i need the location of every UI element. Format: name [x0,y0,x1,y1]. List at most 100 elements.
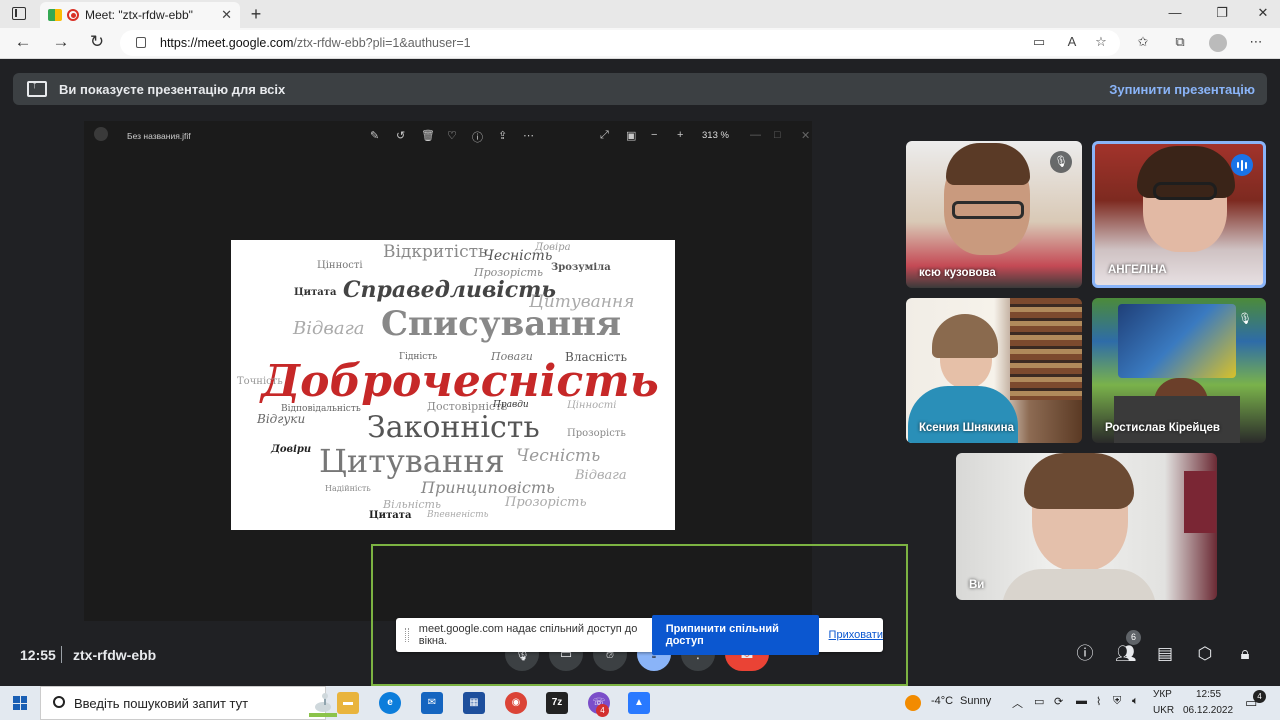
word-cloud-word: Довіри [271,444,312,455]
word-cloud-word: Чесність [516,446,601,466]
delete-icon[interactable]: 🗑 [421,129,435,142]
share-icon[interactable]: ⇪ [498,129,507,142]
chat-icon[interactable]: ▤ [1155,644,1175,664]
participant-tile-speaking[interactable]: АНГЕЛІНА [1092,141,1266,288]
participant-tile[interactable]: Ксения Шнякина [906,298,1082,443]
battery-icon[interactable]: ▬ [1076,695,1087,707]
reload-icon[interactable]: ↻ [86,32,108,52]
zoom-out-icon[interactable]: − [651,129,657,141]
photos-icon[interactable]: ▲ [628,692,650,714]
speaking-indicator-icon [1231,154,1253,176]
shared-window-border [371,544,908,686]
participant-video [908,386,1018,443]
tab-actions-icon[interactable] [12,7,26,20]
word-cloud-image: Відкритість Чесність Цінності Довіра Про… [231,240,675,530]
windows-start-icon[interactable] [13,696,27,710]
favorites-icon[interactable]: ✩ [1134,34,1152,52]
hide-notice-link[interactable]: Приховати [829,629,883,641]
address-input[interactable]: https://meet.google.com/ztx-rfdw-ebb?pli… [120,30,1120,56]
favorite-heart-icon[interactable]: ♡ [447,129,457,142]
7zip-icon[interactable]: 7z [546,692,568,714]
clock-date[interactable]: 06.12.2022 [1183,705,1233,716]
viewer-minimize-icon[interactable]: — [750,129,761,141]
url-path: /ztx-rfdw-ebb?pli=1&authuser=1 [293,36,471,50]
collections-icon[interactable]: ⧉ [1171,34,1189,52]
word-cloud-word: Цитата [369,510,412,521]
mic-off-icon: 🎙︎ [1050,151,1072,173]
sharing-notice-text: meet.google.com надає спільний доступ до… [418,623,638,647]
close-window-button[interactable]: ✕ [1253,5,1273,21]
participant-name: Ксения Шнякина [919,422,1014,434]
language-indicator-top[interactable]: УКР [1153,689,1172,700]
viewer-maximize-icon[interactable]: □ [774,129,781,141]
word-cloud-word: Відкритість [383,242,488,262]
word-cloud-word: Прозорість [567,428,626,439]
word-cloud-word: Списування [381,304,622,344]
new-tab-button[interactable]: + [246,4,266,25]
participant-video [1010,298,1082,400]
word-cloud-word: Прозорість [505,495,587,510]
language-indicator-bottom[interactable]: UKR [1153,705,1174,716]
info-icon[interactable]: ⓘ [472,129,483,145]
meet-favicon-icon [48,9,62,21]
camera-in-use-icon[interactable]: ▭ [1030,34,1048,52]
browser-tab-meet[interactable]: Meet: "ztx-rfdw-ebb" ✕ [40,2,240,28]
maximize-button[interactable]: ❐ [1212,5,1232,21]
tray-overflow-icon[interactable]: ︿ [1012,695,1023,711]
tab-close-icon[interactable]: ✕ [221,7,232,23]
read-aloud-icon[interactable]: A [1063,34,1081,52]
weather-sun-icon[interactable] [905,695,921,711]
add-favorite-icon[interactable]: ☆ [1092,34,1110,52]
profile-avatar[interactable] [1209,34,1227,52]
participant-video [952,201,1024,219]
meeting-time: 12:55 [20,647,56,663]
presenting-banner: Ви показуєте презентацію для всіх Зупини… [13,73,1267,105]
activities-icon[interactable]: ⬡ [1195,644,1215,664]
participant-video [1024,453,1134,509]
edit-image-icon[interactable]: ✎ [370,129,379,142]
zoom-in-icon[interactable]: + [677,129,683,141]
forward-arrow-icon[interactable]: → [50,32,72,52]
tray-sync-icon[interactable]: ⟳ [1054,695,1063,708]
rotate-icon[interactable]: ↺ [396,129,405,142]
people-icon[interactable]: 👥︎ [1115,644,1137,664]
volume-icon[interactable]: 🔈︎ [1132,695,1139,708]
meeting-code: ztx-rfdw-ebb [73,647,157,663]
meeting-details-icon[interactable]: ⓘ [1075,644,1095,664]
taskbar-search-input[interactable]: Введіть пошуковий запит тут [40,686,337,720]
mail-icon[interactable]: ✉ [421,692,443,714]
word-cloud-word: Законність [367,410,540,445]
notifications-badge: 4 [1253,690,1266,703]
file-explorer-icon[interactable]: ▬ [337,692,359,714]
fit-window-icon[interactable]: ▣ [626,129,636,142]
edge-browser-icon[interactable]: e [379,692,401,714]
host-controls-icon[interactable]: 🔒︎ [1235,644,1255,664]
chrome-icon[interactable]: ◉ [505,692,527,714]
participant-tile[interactable]: 🎙︎ ксю кузовова [906,141,1082,288]
search-icon [53,696,65,708]
tray-app-icon[interactable]: ▭ [1034,695,1044,708]
weather-temperature: -4°C [931,695,954,707]
defender-icon[interactable]: ⛨ [1113,695,1121,708]
stop-presenting-button[interactable]: Зупинити презентацію [1109,82,1255,97]
taskbar-search-placeholder: Введіть пошуковий запит тут [74,695,249,711]
clock-time[interactable]: 12:55 [1196,689,1221,700]
sharing-notice: meet.google.com надає спільний доступ до… [396,615,883,655]
participant-tile-self[interactable]: Ви [956,453,1217,600]
viewer-close-icon[interactable]: ✕ [801,129,810,142]
store-icon[interactable]: ▦ [463,692,485,714]
participant-video [1114,396,1240,443]
drag-handle-icon[interactable] [405,628,409,642]
stop-sharing-button[interactable]: Припинити спільний доступ [651,615,819,655]
fullscreen-icon[interactable]: ⤢ [600,129,609,142]
minimize-button[interactable]: — [1165,5,1185,20]
participant-name: Ростислав Кірейцев [1105,422,1220,434]
participant-tile[interactable]: 🎙︎ Ростислав Кірейцев [1092,298,1266,443]
more-menu-icon[interactable]: ⋯ [1247,34,1265,52]
more-options-icon[interactable]: ⋯ [523,129,534,142]
participant-video [1184,471,1216,533]
back-arrow-icon[interactable]: ← [12,32,34,52]
network-icon[interactable]: ⌇ [1096,695,1101,708]
presenting-banner-text: Ви показуєте презентацію для всіх [59,81,286,97]
divider [61,646,62,663]
